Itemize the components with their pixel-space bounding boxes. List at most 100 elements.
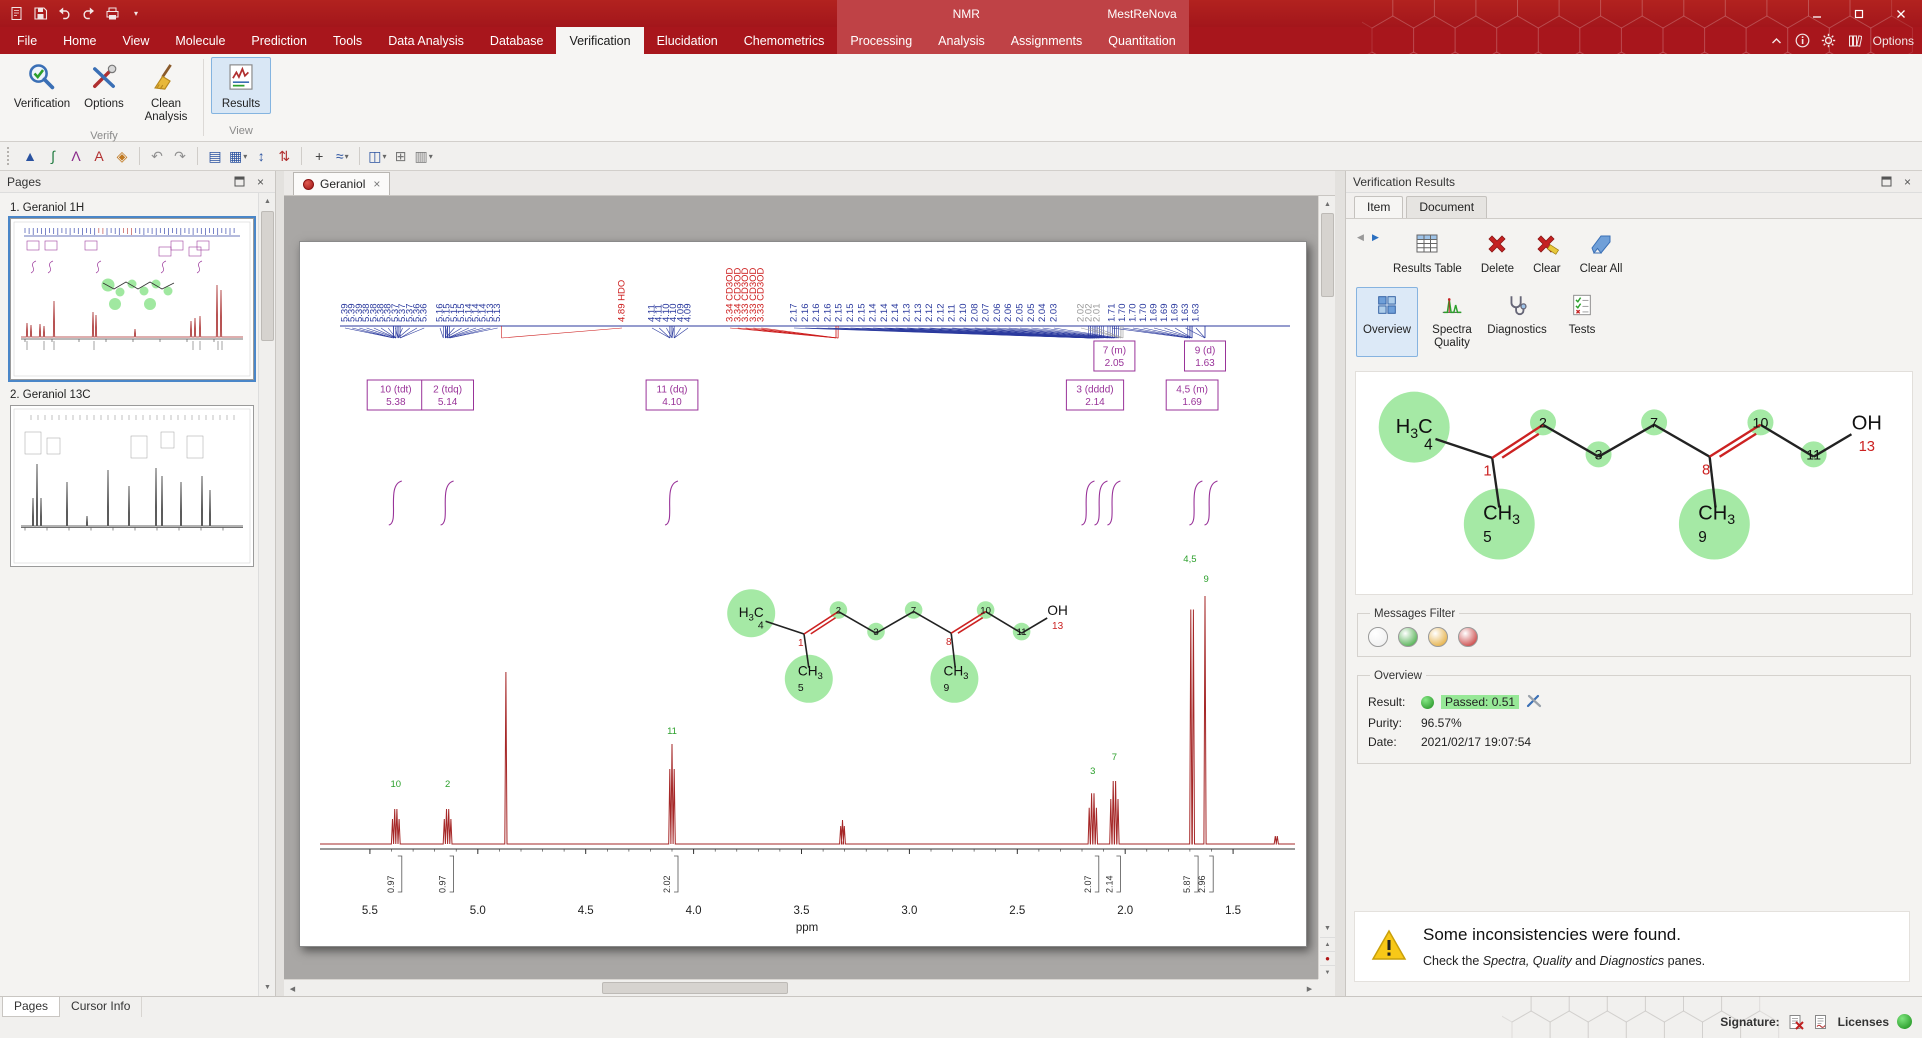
clean-analysis-button[interactable]: Clean Analysis — [136, 57, 196, 127]
save-button[interactable] — [32, 6, 48, 22]
assignments-icon[interactable]: A — [88, 145, 110, 167]
vr-tab-document[interactable]: Document — [1406, 196, 1487, 218]
ribbon-tab-file[interactable]: File — [4, 27, 50, 54]
delete-button[interactable]: Delete — [1473, 229, 1522, 277]
ribbon-tab-analysis[interactable]: Analysis — [925, 27, 998, 54]
results-table-button[interactable]: Results Table — [1385, 229, 1470, 277]
scroll-down-icon[interactable]: ▼ — [259, 979, 276, 996]
ribbon-tab-view[interactable]: View — [110, 27, 163, 54]
clear-all-button[interactable]: Clear All — [1572, 229, 1631, 277]
diagnostics-view-button[interactable]: Diagnostics — [1486, 287, 1548, 357]
peak-picking-icon[interactable]: ▲ — [19, 145, 41, 167]
crosshair-icon[interactable]: + — [308, 145, 330, 167]
statusbar-tab-pages[interactable]: Pages — [2, 997, 60, 1017]
horizontal-scrollbar[interactable]: ◀ ▶ — [284, 979, 1318, 996]
integration-icon[interactable]: ∫ — [42, 145, 64, 167]
filter-passed-button[interactable] — [1398, 627, 1418, 647]
scrollbar-thumb[interactable] — [261, 211, 274, 341]
ribbon-tab-elucidation[interactable]: Elucidation — [644, 27, 731, 54]
vertical-scrollbar[interactable]: ▲ ▼ ▲ ● ▼ — [1318, 196, 1335, 979]
spectrum-page[interactable]: 5.395.395.395.385.385.385.385.375.375.37… — [299, 241, 1307, 947]
previous-page-button[interactable]: ▲ — [1320, 937, 1335, 951]
close-panel-icon[interactable]: × — [1900, 174, 1915, 189]
scroll-up-icon[interactable]: ▲ — [259, 193, 276, 210]
next-page-button[interactable]: ▼ — [1320, 965, 1335, 979]
zoom-tools-icon[interactable]: ≈▾ — [331, 145, 353, 167]
report-icon[interactable]: ▥▾ — [413, 145, 435, 167]
results-button[interactable]: Results — [211, 57, 271, 114]
signature-invalid-icon[interactable] — [1788, 1013, 1805, 1030]
ribbon-tab-prediction[interactable]: Prediction — [238, 27, 320, 54]
active-spectrum-icon[interactable]: ▦▾ — [227, 145, 249, 167]
tests-view-button[interactable]: Tests — [1551, 287, 1613, 357]
ribbon-tab-database[interactable]: Database — [477, 27, 557, 54]
page-thumbnail-1[interactable] — [10, 218, 254, 380]
reference-icon[interactable]: ◈ — [111, 145, 133, 167]
scrollbar-thumb[interactable] — [602, 982, 788, 994]
float-panel-icon[interactable] — [232, 174, 247, 189]
overview-view-button[interactable]: Overview — [1356, 287, 1418, 357]
print-button[interactable] — [104, 6, 120, 22]
minimize-button[interactable] — [1796, 0, 1838, 27]
filter-errors-button[interactable] — [1458, 627, 1478, 647]
scroll-right-icon[interactable]: ▶ — [1301, 980, 1318, 997]
multiplet-analysis-icon[interactable]: Λ — [65, 145, 87, 167]
previous-result-button[interactable]: ◀ — [1354, 231, 1367, 244]
left-panel-splitter[interactable] — [276, 171, 284, 996]
ribbon-tab-assignments[interactable]: Assignments — [998, 27, 1096, 54]
document-tab[interactable]: Geraniol × — [293, 172, 390, 195]
statusbar-tab-cursor-info[interactable]: Cursor Info — [60, 997, 142, 1017]
vr-tab-item[interactable]: Item — [1354, 196, 1403, 218]
settings-icon[interactable] — [1821, 33, 1837, 49]
library-icon[interactable] — [1847, 33, 1863, 49]
page-thumbnail-2[interactable] — [10, 405, 254, 567]
clear-button[interactable]: Clear — [1525, 229, 1568, 277]
scroll-up-icon[interactable]: ▲ — [1319, 196, 1336, 213]
maximize-button[interactable] — [1838, 0, 1880, 27]
ribbon-tab-verification[interactable]: Verification — [556, 27, 643, 54]
scroll-down-icon[interactable]: ▼ — [1319, 920, 1336, 937]
stacked-view-icon[interactable]: ▤ — [204, 145, 226, 167]
spectra-quality-view-button[interactable]: Spectra Quality — [1421, 287, 1483, 357]
undo-zoom-icon[interactable]: ↶ — [146, 145, 168, 167]
ribbon-tab-processing[interactable]: Processing — [837, 27, 925, 54]
autoscale-icon[interactable]: ⇅ — [273, 145, 295, 167]
ribbon-tab-data-analysis[interactable]: Data Analysis — [375, 27, 477, 54]
scroll-left-icon[interactable]: ◀ — [284, 980, 301, 997]
ribbon-tab-tools[interactable]: Tools — [320, 27, 375, 54]
document-button[interactable] — [8, 6, 24, 22]
options-button[interactable]: Options — [74, 57, 134, 114]
filter-all-button[interactable] — [1368, 627, 1388, 647]
spectrum-canvas[interactable]: 5.395.395.395.385.385.385.385.375.375.37… — [284, 196, 1318, 979]
ribbon-tab-molecule[interactable]: Molecule — [162, 27, 238, 54]
peak-label: 2.17 — [789, 304, 800, 323]
pages-scrollbar[interactable]: ▲ ▼ — [258, 193, 275, 996]
close-tab-icon[interactable]: × — [373, 177, 380, 191]
ribbon-group-view: ResultsView — [207, 54, 275, 141]
expand-vertical-icon[interactable]: ↕ — [250, 145, 272, 167]
verification-button[interactable]: Verification — [12, 57, 72, 114]
customize-caret-button[interactable]: ▾ — [128, 6, 144, 22]
ribbon-tab-home[interactable]: Home — [50, 27, 109, 54]
collapse-ribbon-icon[interactable] — [1769, 33, 1785, 49]
window-layout-icon[interactable]: ◫▾ — [366, 145, 388, 167]
close-button[interactable] — [1880, 0, 1922, 27]
scrollbar-thumb[interactable] — [1321, 213, 1334, 297]
signature-doc-icon[interactable] — [1813, 1013, 1830, 1030]
next-result-button[interactable]: ▶ — [1369, 231, 1382, 244]
close-panel-icon[interactable]: × — [253, 174, 268, 189]
info-icon[interactable] — [1795, 33, 1811, 49]
float-panel-icon[interactable] — [1879, 174, 1894, 189]
right-panel-splitter[interactable] — [1335, 171, 1345, 996]
copy-view-icon[interactable]: ⊞ — [390, 145, 412, 167]
filter-warnings-button[interactable] — [1428, 627, 1448, 647]
ribbon-tab-chemometrics[interactable]: Chemometrics — [731, 27, 838, 54]
undo-button[interactable] — [56, 6, 72, 22]
redo-zoom-icon[interactable]: ↷ — [169, 145, 191, 167]
redo-button[interactable] — [80, 6, 96, 22]
result-setup-icon[interactable] — [1526, 694, 1542, 711]
svg-text:1: 1 — [1483, 463, 1491, 479]
options-menu[interactable]: Options — [1873, 34, 1914, 48]
page-marker-button[interactable]: ● — [1320, 951, 1335, 965]
ribbon-tab-quantitation[interactable]: Quantitation — [1095, 27, 1188, 54]
